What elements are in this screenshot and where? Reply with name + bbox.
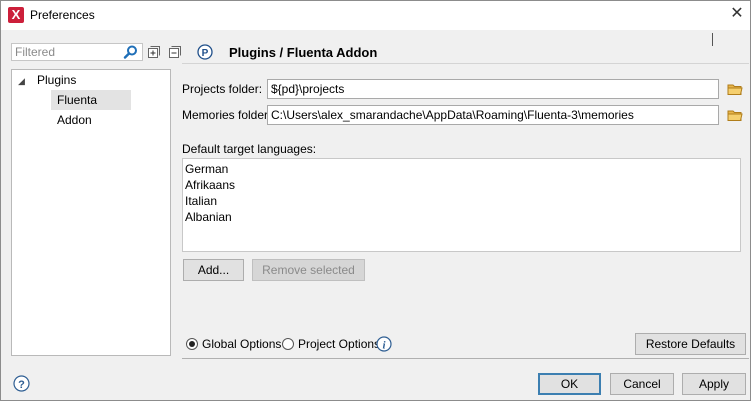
memories-folder-label: Memories folder: (182, 108, 272, 122)
preferences-window: X Preferences ✕ P Plugins / Fluenta Addo… (0, 0, 751, 401)
global-options-label[interactable]: Global Options (202, 337, 281, 351)
restore-defaults-button[interactable]: Restore Defaults (635, 333, 746, 355)
remove-selected-button[interactable]: Remove selected (252, 259, 365, 281)
tree-item-fluenta-addon[interactable]: Fluenta Addon (51, 90, 131, 127)
title-bar: X Preferences ✕ (1, 1, 750, 30)
ok-button[interactable]: OK (538, 373, 601, 395)
global-options-radio[interactable] (186, 338, 198, 350)
projects-folder-field[interactable] (267, 79, 719, 99)
target-languages-list[interactable]: German Afrikaans Italian Albanian (182, 158, 741, 252)
info-icon[interactable]: i (376, 336, 392, 352)
search-icon[interactable] (123, 45, 139, 59)
help-icon[interactable]: ? (13, 375, 30, 392)
p-icon: P (197, 44, 213, 60)
apply-button[interactable]: Apply (682, 373, 746, 395)
cancel-button[interactable]: Cancel (610, 373, 674, 395)
tree-collapse-toggle[interactable]: ◢ (18, 76, 25, 87)
close-button[interactable]: ✕ (728, 5, 746, 23)
list-item[interactable]: Italian (185, 193, 738, 209)
project-options-radio[interactable] (282, 338, 294, 350)
text-cursor (712, 33, 713, 46)
preference-tree[interactable]: ◢ Plugins Fluenta Addon (11, 69, 171, 356)
list-item[interactable]: German (185, 161, 738, 177)
list-item[interactable]: Albanian (185, 209, 738, 225)
list-item[interactable]: Afrikaans (185, 177, 738, 193)
project-options-label[interactable]: Project Options (298, 337, 380, 351)
close-icon: ✕ (730, 5, 744, 22)
collapse-all-icon[interactable] (169, 46, 181, 58)
projects-folder-browse-icon[interactable] (727, 82, 743, 96)
title-divider (182, 63, 749, 64)
memories-folder-field[interactable] (267, 105, 719, 125)
radio-selected-dot (189, 341, 195, 347)
add-language-button[interactable]: Add... (183, 259, 244, 281)
bottom-divider (182, 358, 749, 359)
page-title: Plugins / Fluenta Addon (229, 45, 378, 60)
memories-folder-browse-icon[interactable] (727, 108, 743, 122)
svg-text:P: P (202, 48, 209, 59)
target-languages-label: Default target languages: (182, 142, 317, 156)
tree-item-plugins[interactable]: Plugins (37, 73, 76, 87)
window-title: Preferences (30, 8, 95, 22)
app-icon: X (8, 7, 24, 23)
projects-folder-label: Projects folder: (182, 82, 263, 96)
expand-all-icon[interactable] (148, 46, 160, 58)
svg-text:?: ? (18, 379, 25, 391)
